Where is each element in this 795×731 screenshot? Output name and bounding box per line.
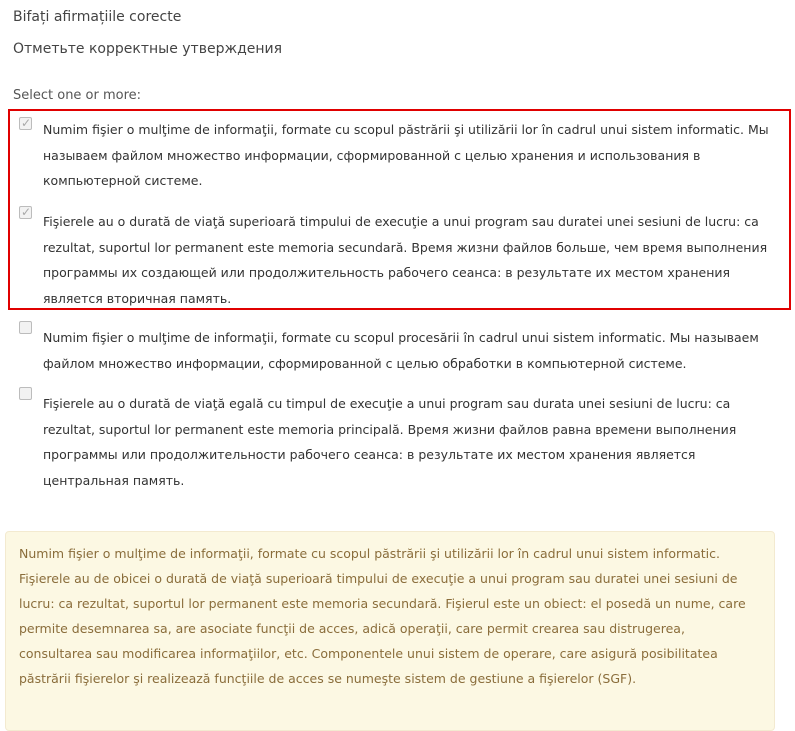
answer-checkbox-3[interactable]: [19, 321, 32, 334]
answer-checkbox-1[interactable]: ✓: [19, 116, 32, 130]
checkmark-icon: ✓: [21, 116, 32, 130]
feedback-panel: Numim fişier o mulţime de informaţii, fo…: [5, 531, 775, 731]
answer-checkbox-4[interactable]: [19, 387, 32, 400]
answer-label-2: Fişierele au o durată de viaţă superioar…: [43, 214, 768, 306]
answer-label-4: Fişierele au o durată de viaţă egală cu …: [43, 396, 737, 488]
answer-checkbox-2[interactable]: ✓: [19, 205, 32, 219]
answer-label-1: Numim fişier o mulţime de informaţii, fo…: [43, 122, 769, 188]
question-text-ro: Bifați afirmațiile corecte: [13, 9, 182, 25]
question-text-ru: Отметьте корректные утверждения: [13, 41, 283, 57]
answer-label-3: Numim fişier o mulţime de informaţii, fo…: [43, 330, 759, 371]
select-prompt: Select one or more:: [13, 88, 142, 103]
feedback-text: Numim fişier o mulţime de informaţii, fo…: [19, 546, 746, 686]
checkmark-icon: ✓: [21, 205, 32, 219]
